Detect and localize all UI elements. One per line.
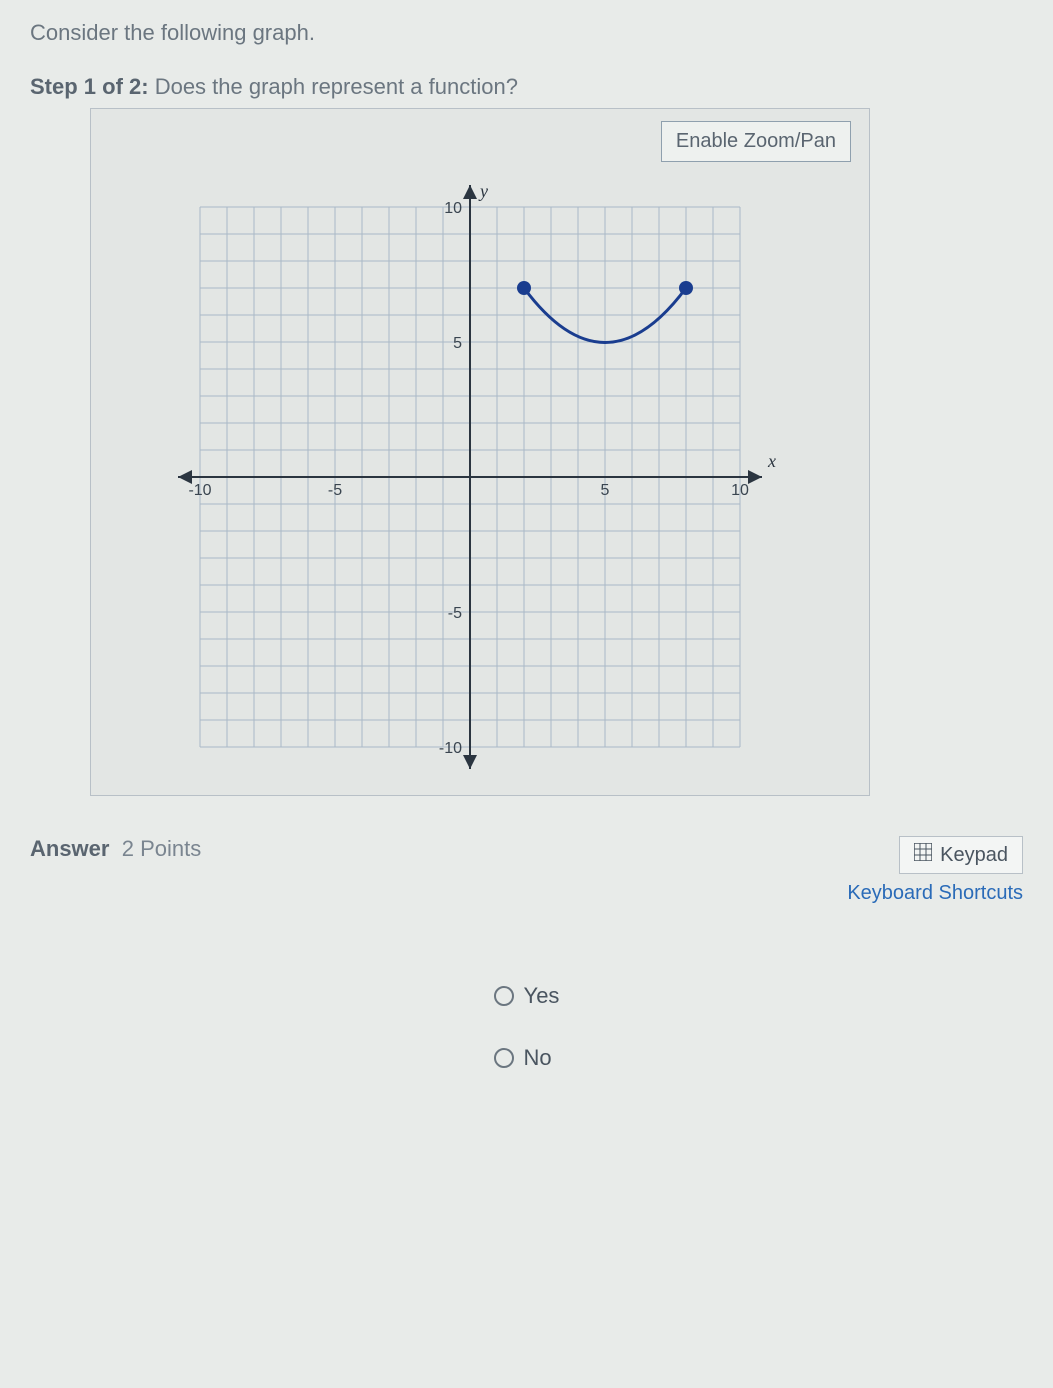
keyboard-shortcuts-link[interactable]: Keyboard Shortcuts: [847, 882, 1023, 905]
keypad-button[interactable]: Keypad: [899, 836, 1023, 874]
enable-zoom-pan-button[interactable]: Enable Zoom/Pan: [661, 121, 851, 162]
tick-y-neg10: -10: [439, 740, 462, 757]
tick-x-neg5: -5: [328, 482, 342, 499]
option-yes[interactable]: Yes: [494, 983, 560, 1009]
answer-options: Yes No: [30, 965, 1023, 1089]
tick-y-10: 10: [444, 200, 462, 217]
tick-x-5: 5: [601, 482, 610, 499]
tick-y-neg5: -5: [448, 605, 462, 622]
keypad-icon: [914, 843, 932, 867]
step-label: Step 1 of 2:: [30, 74, 149, 99]
answer-header: Answer 2 Points: [30, 836, 201, 862]
arrow-up-icon: [463, 185, 477, 199]
arrow-down-icon: [463, 755, 477, 769]
graph-panel: Enable Zoom/Pan: [90, 108, 870, 796]
arrow-right-icon: [748, 470, 762, 484]
option-no[interactable]: No: [494, 1045, 552, 1071]
step-line: Step 1 of 2: Does the graph represent a …: [30, 74, 1023, 100]
curve-endpoint-left: [517, 281, 531, 295]
tick-y-5: 5: [453, 335, 462, 352]
x-axis-label: x: [767, 451, 776, 471]
radio-icon: [494, 1048, 514, 1068]
coordinate-graph[interactable]: -10 -5 5 10 10 5 -5 -10 x y: [170, 177, 790, 777]
intro-text: Consider the following graph.: [30, 20, 1023, 46]
answer-points: 2 Points: [122, 836, 202, 861]
tick-x-10: 10: [731, 482, 749, 499]
radio-icon: [494, 986, 514, 1006]
answer-label: Answer: [30, 836, 109, 861]
curve-endpoint-right: [679, 281, 693, 295]
tick-x-neg10: -10: [188, 482, 211, 499]
option-yes-label: Yes: [524, 983, 560, 1009]
option-no-label: No: [524, 1045, 552, 1071]
y-axis-label: y: [478, 181, 488, 201]
keypad-label: Keypad: [940, 844, 1008, 867]
step-question: Does the graph represent a function?: [155, 74, 518, 99]
